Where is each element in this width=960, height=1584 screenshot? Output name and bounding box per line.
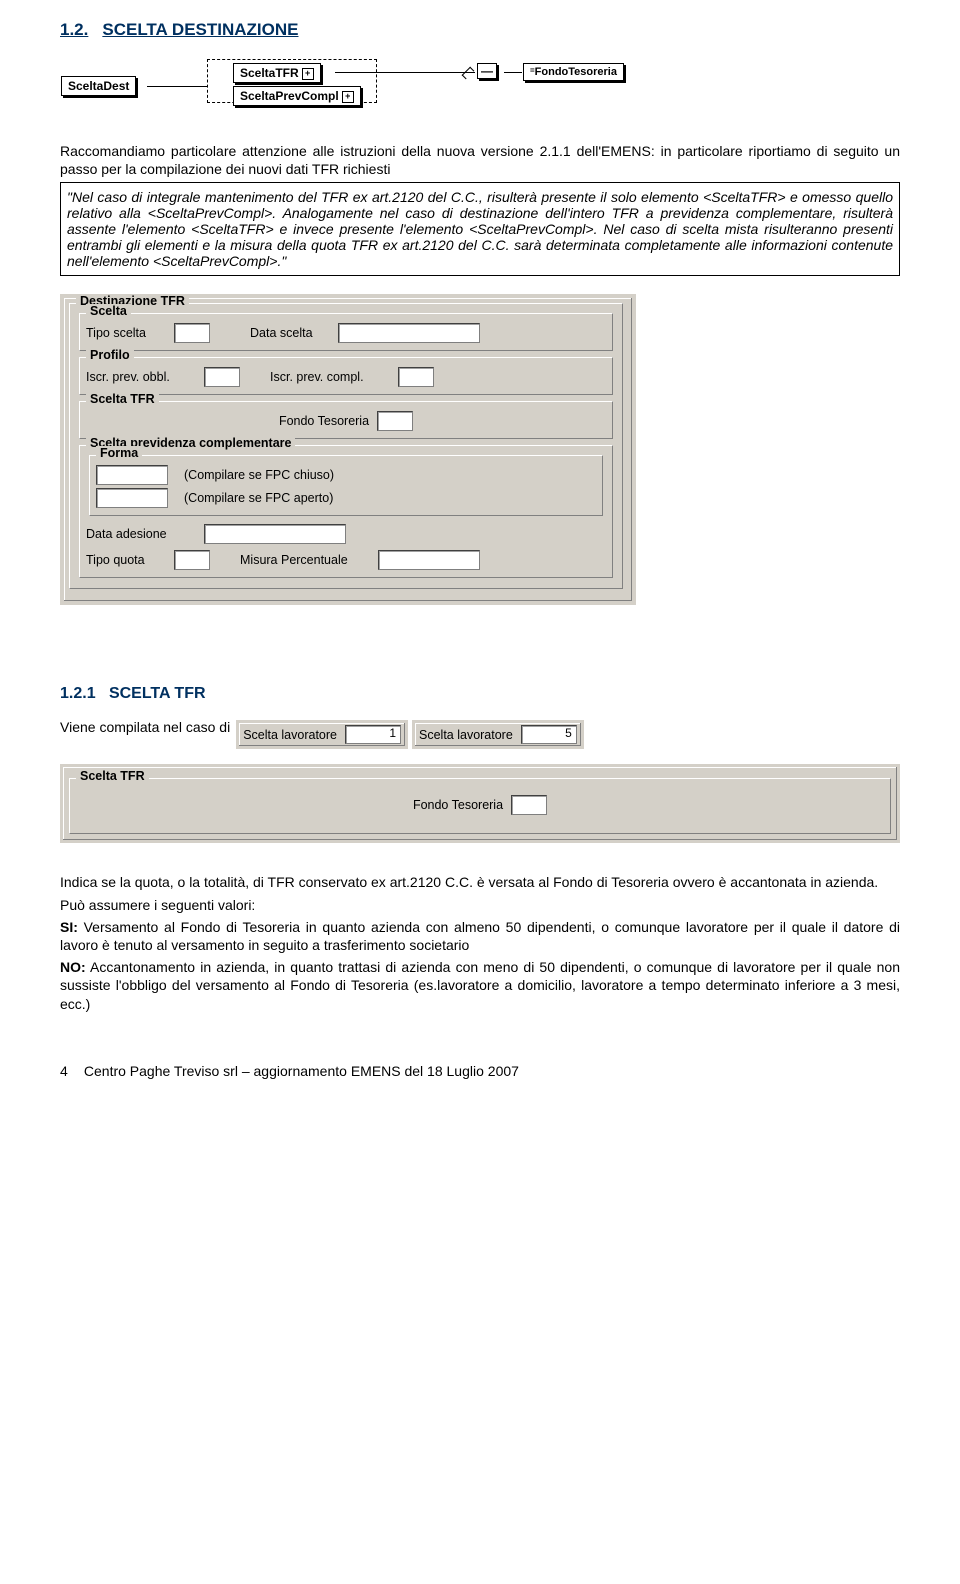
subsection-title: SCELTA TFR [109, 685, 206, 702]
viene-compilata-text: Viene compilata nel caso di [60, 719, 230, 735]
scelta-lavoratore-box-1: Scelta lavoratore 1 [236, 720, 408, 749]
diagram-sceltaprevcompl: SceltaPrevCompl+ [233, 86, 361, 106]
scelta-tfr-panel: Scelta TFR Fondo Tesoreria [60, 764, 900, 843]
iscr-obbl-input[interactable] [204, 367, 240, 387]
fpc-aperto-label: (Compilare se FPC aperto) [184, 491, 333, 505]
tipo-scelta-label: Tipo scelta [86, 326, 166, 340]
body-no-text: Accantonamento in azienda, in quanto tra… [60, 959, 900, 1011]
subsection-heading: 1.2.1 SCELTA TFR [60, 685, 900, 703]
scelta-lavoratore-box-2: Scelta lavoratore 5 [412, 720, 584, 749]
diagram-sceltatfr: SceltaTFR+ [233, 63, 321, 83]
page-footer: 4 Centro Paghe Treviso srl – aggiornamen… [60, 1063, 900, 1079]
misura-perc-input[interactable] [378, 550, 480, 570]
inline-compilata-row: Viene compilata nel caso di Scelta lavor… [60, 719, 900, 749]
scelta-lavoratore-label-1: Scelta lavoratore [243, 728, 337, 742]
scelta-tfr-legend-2: Scelta TFR [76, 769, 149, 783]
diagram-fondotesoreria: =FondoTesoreria [523, 63, 624, 81]
body-si: SI: Versamento al Fondo di Tesoreria in … [60, 918, 900, 954]
diagram-minus: — [477, 63, 497, 79]
section-heading: 1.2. SCELTA DESTINAZIONE [60, 20, 900, 40]
destinazione-tfr-panel: Destinazione TFR Scelta Tipo scelta Data… [60, 294, 636, 605]
subsection-number: 1.2.1 [60, 685, 96, 702]
schema-diagram: SceltaDest SceltaTFR+ SceltaPrevCompl+ —… [56, 58, 758, 116]
data-adesione-input[interactable] [204, 524, 346, 544]
diagram-sceltadest: SceltaDest [61, 76, 136, 96]
scelta-lavoratore-input-1[interactable]: 1 [345, 725, 401, 744]
info-box: "Nel caso di integrale mantenimento del … [60, 182, 900, 276]
fondo-tesoreria-label: Fondo Tesoreria [279, 414, 369, 428]
forma-legend: Forma [96, 446, 142, 460]
page-number: 4 [60, 1063, 80, 1079]
iscr-obbl-label: Iscr. prev. obbl. [86, 370, 196, 384]
scelta-lavoratore-input-2[interactable]: 5 [521, 725, 577, 744]
iscr-compl-input[interactable] [398, 367, 434, 387]
body-p2-lead: Può assumere i seguenti valori: [60, 896, 900, 914]
misura-perc-label: Misura Percentuale [240, 553, 370, 567]
info-box-text: "Nel caso di integrale mantenimento del … [67, 189, 893, 269]
fpc-chiuso-label: (Compilare se FPC chiuso) [184, 468, 334, 482]
section-number: 1.2. [60, 20, 88, 39]
data-scelta-input[interactable] [338, 323, 480, 343]
fondo-tesoreria-label-2: Fondo Tesoreria [413, 798, 503, 812]
intro-paragraph: Raccomandiamo particolare attenzione all… [60, 142, 900, 178]
scelta-lavoratore-label-2: Scelta lavoratore [419, 728, 513, 742]
profilo-legend: Profilo [86, 348, 134, 362]
tipo-quota-input[interactable] [174, 550, 210, 570]
tipo-scelta-input[interactable] [174, 323, 210, 343]
body-si-text: Versamento al Fondo di Tesoreria in quan… [60, 919, 900, 953]
scelta-legend: Scelta [86, 304, 131, 318]
body-p1: Indica se la quota, o la totalità, di TF… [60, 873, 900, 891]
body-no: NO: Accantonamento in azienda, in quanto… [60, 958, 900, 1013]
body-si-label: SI: [60, 919, 78, 935]
forma-aperto-input[interactable] [96, 488, 168, 508]
section-title: SCELTA DESTINAZIONE [102, 20, 298, 39]
scelta-tfr-legend: Scelta TFR [86, 392, 159, 406]
fondo-tesoreria-input[interactable] [377, 411, 413, 431]
data-scelta-label: Data scelta [250, 326, 330, 340]
fondo-tesoreria-input-2[interactable] [511, 795, 547, 815]
footer-text: Centro Paghe Treviso srl – aggiornamento… [84, 1063, 519, 1079]
data-adesione-label: Data adesione [86, 527, 196, 541]
body-no-label: NO: [60, 959, 86, 975]
forma-chiuso-input[interactable] [96, 465, 168, 485]
tipo-quota-label: Tipo quota [86, 553, 166, 567]
iscr-compl-label: Iscr. prev. compl. [270, 370, 390, 384]
